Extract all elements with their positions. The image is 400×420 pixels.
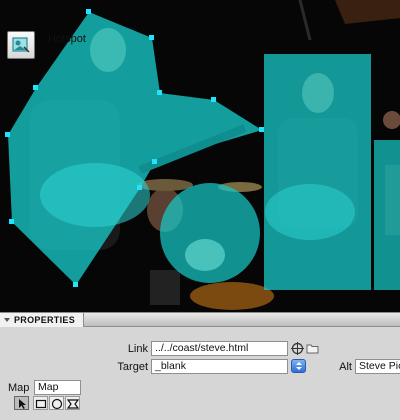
stage-photo	[0, 0, 400, 312]
target-select[interactable]: _blank	[151, 359, 288, 374]
image-map-canvas[interactable]	[0, 0, 400, 312]
pointer-hotspot-tool[interactable]	[14, 396, 29, 410]
panel-tab-bar: PROPERTIES	[0, 313, 400, 327]
element-type-label: Hotspot	[48, 33, 86, 45]
map-name-input[interactable]: Map	[34, 380, 81, 395]
circle-hotspot[interactable]	[160, 183, 260, 283]
rectangle-hotspot-tool[interactable]	[33, 396, 48, 410]
bass-drum	[190, 282, 274, 310]
arrow-pointer-icon	[19, 399, 26, 409]
partial-hotspot[interactable]	[374, 140, 400, 290]
target-dropdown-arrow-icon[interactable]	[291, 359, 306, 373]
tab-properties[interactable]: PROPERTIES	[0, 313, 85, 327]
link-label: Link	[127, 343, 148, 355]
alt-label: Alt	[339, 361, 352, 373]
electric-guitar-body	[265, 184, 355, 240]
polygon-hotspot-tool[interactable]	[65, 396, 80, 410]
circle-hotspot-icon	[51, 398, 63, 410]
map-label: Map	[8, 382, 30, 394]
acoustic-guitar-body	[40, 163, 150, 227]
folder-icon[interactable]	[306, 342, 319, 355]
alt-input[interactable]: Steve Pick	[355, 359, 400, 374]
link-input[interactable]: ../../coast/steve.html	[151, 341, 288, 356]
hotspot-icon	[7, 31, 35, 59]
rectangle-hotspot-icon	[35, 399, 47, 409]
circle-hotspot-tool[interactable]	[49, 396, 64, 410]
polygon-hotspot-icon	[67, 399, 79, 409]
crosshair-icon[interactable]	[291, 342, 304, 355]
rectangle-hotspot[interactable]	[264, 54, 371, 290]
target-label: Target	[117, 361, 148, 373]
